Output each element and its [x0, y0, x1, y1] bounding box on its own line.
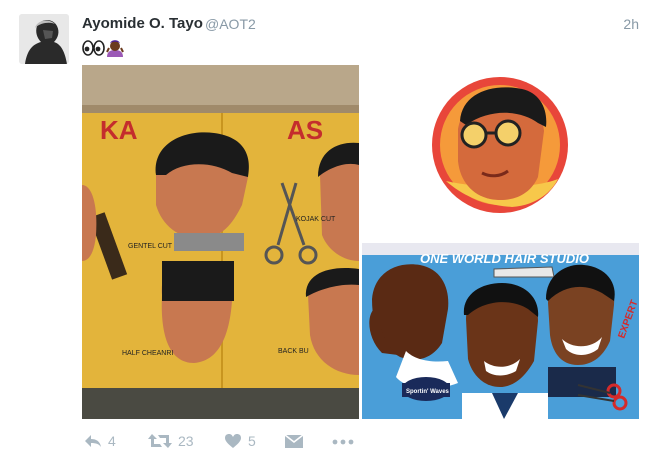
retweet-button[interactable]: 23	[148, 433, 194, 449]
woman-shrugging-emoji	[106, 40, 124, 57]
envelope-icon	[284, 434, 304, 448]
retweet-icon	[148, 434, 172, 448]
reply-count: 4	[108, 433, 116, 449]
author-handle[interactable]: @AOT2	[205, 16, 256, 32]
photo-hair-studio-sign[interactable]: ONE WORLD HAIR STUDIO EXPERT Sportin' Wa…	[362, 243, 639, 419]
eyes-emoji	[82, 40, 105, 56]
studio-title: ONE WORLD HAIR STUDIO	[420, 251, 589, 266]
photo-circle-portrait[interactable]	[362, 65, 639, 240]
direct-message-button[interactable]	[284, 433, 304, 449]
tweet-text	[82, 38, 126, 58]
author-name[interactable]: Ayomide O. Tayo	[82, 15, 203, 32]
caption-gentel-cut: GENTEL CUT	[128, 243, 173, 250]
heart-icon	[225, 434, 241, 448]
photo-barber-board[interactable]: KA AS GENTEL CUT KOJAK CUT HALF CHEANRI …	[82, 65, 359, 419]
caption-kojak-cut: KOJAK CUT	[296, 216, 336, 223]
pomade-label: Sportin' Waves	[406, 389, 450, 395]
more-dots-icon	[332, 439, 354, 445]
reply-icon	[85, 435, 101, 447]
tweet-header: Ayomide O. Tayo @AOT2 2h	[82, 14, 639, 34]
reply-button[interactable]: 4	[84, 433, 116, 449]
board-lettering-left: KA	[100, 115, 138, 145]
like-count: 5	[248, 433, 256, 449]
retweet-count: 23	[178, 433, 194, 449]
caption-back-bu: BACK BU	[278, 348, 309, 355]
like-button[interactable]: 5	[224, 433, 256, 449]
timestamp[interactable]: 2h	[623, 16, 639, 32]
avatar[interactable]	[19, 14, 69, 64]
board-lettering-right: AS	[287, 115, 323, 145]
media-grid: KA AS GENTEL CUT KOJAK CUT HALF CHEANRI …	[82, 65, 639, 419]
more-button[interactable]	[332, 433, 354, 449]
avatar-image	[19, 14, 69, 64]
caption-half-cheanri: HALF CHEANRI	[122, 350, 173, 357]
